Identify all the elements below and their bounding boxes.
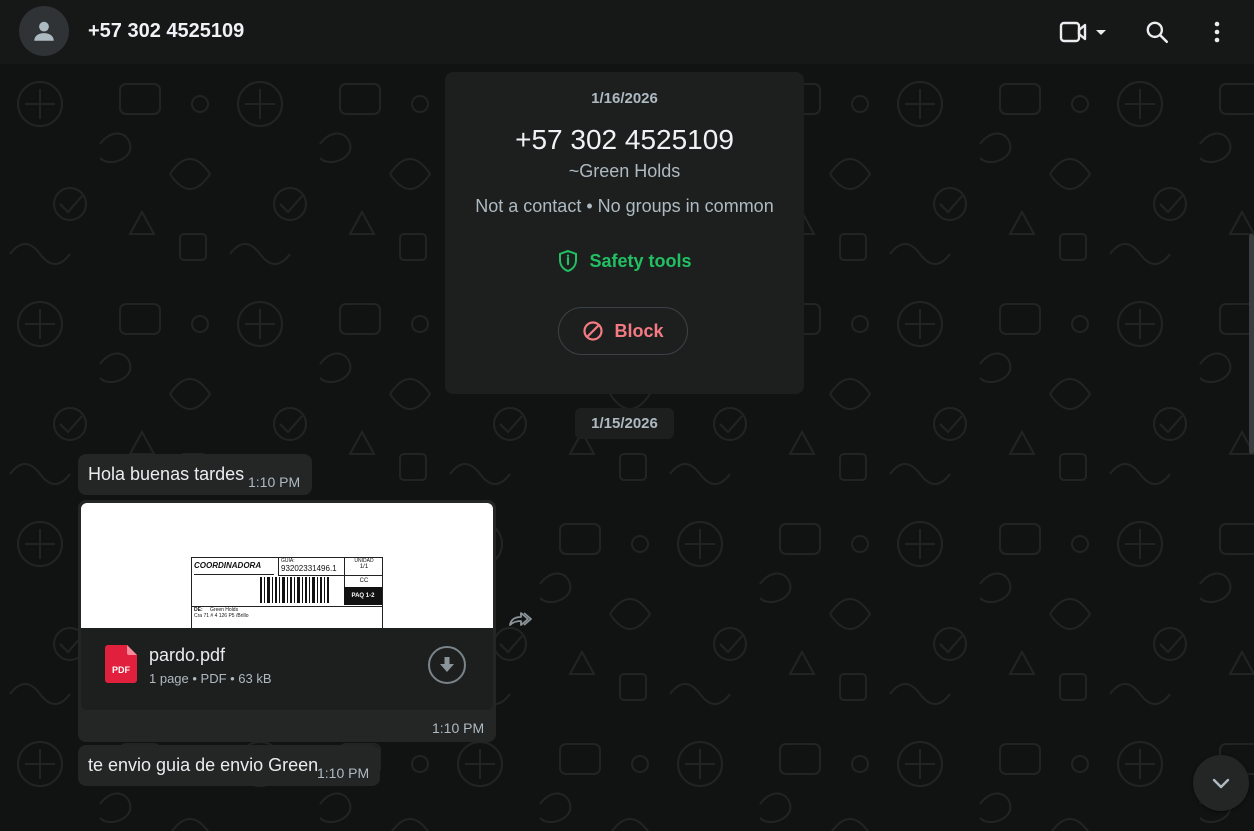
download-icon <box>440 657 454 672</box>
document-meta: 1 page • PDF • 63 kB <box>149 671 272 686</box>
block-button[interactable]: Block <box>558 307 688 355</box>
avatar[interactable] <box>19 6 69 56</box>
message-time: 1:10 PM <box>317 765 370 781</box>
forward-icon <box>509 612 532 626</box>
video-call-button[interactable] <box>1054 14 1114 50</box>
scrollbar[interactable] <box>1249 234 1254 454</box>
video-camera-icon <box>1059 21 1087 43</box>
message-text: te envio guia de envio Green <box>88 755 319 775</box>
search-button[interactable] <box>1139 14 1175 50</box>
document-info[interactable]: PDF pardo.pdf 1 page • PDF • 63 kB <box>81 628 493 710</box>
message-bubble[interactable]: Hola buenas tardes 1:10 PM <box>78 454 312 495</box>
document-name: pardo.pdf <box>149 645 226 665</box>
pdf-file-icon: PDF <box>105 645 137 683</box>
safety-tools-label: Safety tools <box>589 250 692 271</box>
search-icon <box>1146 21 1169 44</box>
label-guia-number: 93202331496.1 <box>281 564 337 573</box>
download-button[interactable] <box>428 646 466 684</box>
label-paq: PAQ 1-2 <box>344 587 382 605</box>
date-separator: 1/15/2026 <box>575 408 674 439</box>
label-guia: GUIA: 93202331496.1 <box>278 558 345 576</box>
shipping-label-preview: COORDINADORA GUIA: 93202331496.1 UNIDAD … <box>191 557 383 628</box>
barcode <box>260 577 329 603</box>
person-icon <box>34 21 54 41</box>
message-time: 1:10 PM <box>248 474 301 490</box>
label-sender: DE: Green Holds Cra 71 # 4 126 P5 /Brill… <box>194 607 248 619</box>
label-unidad-value: 1/1 <box>359 564 369 570</box>
label-address: Cra 71 # 4 126 P5 /Brillo <box>194 613 249 619</box>
message-bubble[interactable]: te envio guia de envio Green 1:10 PM <box>78 745 380 786</box>
info-note: Not a contact • No groups in common <box>475 196 774 216</box>
safety-tools-button[interactable]: Safety tools <box>445 249 804 273</box>
block-icon <box>583 321 604 341</box>
pdf-preview[interactable]: COORDINADORA GUIA: 93202331496.1 UNIDAD … <box>81 503 493 628</box>
label-brand: COORDINADORA <box>194 561 274 575</box>
menu-button[interactable] <box>1200 14 1234 50</box>
shield-icon <box>559 249 578 273</box>
info-phone: +57 302 4525109 <box>515 124 734 155</box>
block-label: Block <box>614 320 664 341</box>
message-time: 1:10 PM <box>432 720 485 736</box>
document-message[interactable]: COORDINADORA GUIA: 93202331496.1 UNIDAD … <box>78 500 496 742</box>
scroll-to-bottom-button[interactable] <box>1193 755 1249 811</box>
label-unidad: UNIDAD 1/1 <box>344 558 383 576</box>
info-date: 1/16/2026 <box>591 90 658 107</box>
chevron-down-icon <box>1212 778 1230 789</box>
chat-header: +57 302 4525109 <box>0 0 1254 64</box>
forward-button[interactable] <box>508 609 532 634</box>
contact-name[interactable]: +57 302 4525109 <box>88 20 244 43</box>
info-alias: ~Green Holds <box>568 161 681 181</box>
contact-info-card: 1/16/2026 +57 302 4525109 ~Green Holds N… <box>445 72 804 394</box>
chevron-down-icon <box>1096 30 1106 35</box>
svg-text:PDF: PDF <box>112 665 131 675</box>
more-vertical-icon <box>1214 21 1220 43</box>
message-text: Hola buenas tardes <box>88 464 245 484</box>
chat-panel: 1/16/2026 +57 302 4525109 ~Green Holds N… <box>0 64 1254 831</box>
